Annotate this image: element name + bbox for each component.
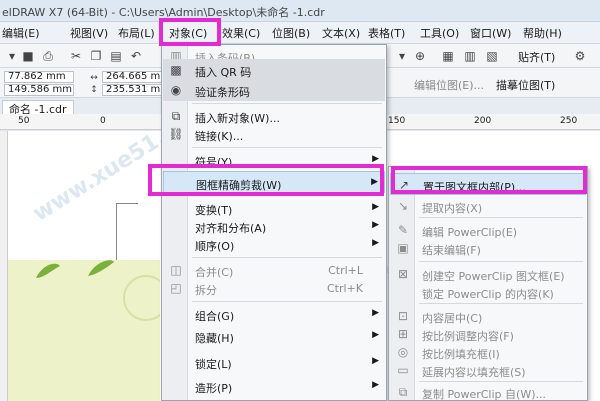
- width-field[interactable]: 264.665 mm: [102, 71, 168, 83]
- view-grid-icon[interactable]: ▦: [440, 48, 456, 64]
- menu-bitmaps[interactable]: 位图(B): [272, 25, 310, 41]
- paste-icon[interactable]: ▤: [108, 48, 124, 64]
- copy-powerclip-icon: ⧉: [398, 385, 408, 399]
- menu-text[interactable]: 文本(X): [322, 25, 360, 41]
- center-contents-icon: ⊡: [397, 309, 409, 323]
- stretch-contents-icon: ▭: [397, 363, 409, 377]
- menu-item-finish-editing[interactable]: ▣ 结束编辑(F): [390, 237, 586, 259]
- dropdown-arrow-icon[interactable]: ▾: [394, 48, 410, 64]
- height-icon: ↕: [90, 85, 98, 95]
- print-icon[interactable]: ⎙: [40, 48, 56, 64]
- menu-item-lock[interactable]: 锁定(L) ▶: [163, 351, 385, 373]
- submenu-arrow-icon: ▶: [372, 154, 379, 164]
- menu-item-validate-barcode[interactable]: ◉ 验证条形码: [163, 79, 385, 101]
- y-position-field[interactable]: 149.586 mm: [4, 84, 74, 96]
- highlight-box: [391, 166, 587, 194]
- menu-item-stretch-contents[interactable]: ▭ 延展内容以填充框(S): [390, 359, 586, 381]
- menu-effects[interactable]: 效果(C): [222, 25, 260, 41]
- page-border-line: [116, 203, 138, 204]
- empty-frame-icon: ⊠: [397, 267, 409, 281]
- insert-object-icon: ⧉: [171, 109, 181, 123]
- undo-icon[interactable]: ↶: [128, 48, 144, 64]
- menu-item-lock-contents[interactable]: 锁定 PowerClip 的内容(K): [390, 281, 586, 303]
- object-dropdown-menu: ▥插入条码(B)... ▩插入 QR 码 ◉验证条形码 ⧉插入新对象(W)...…: [161, 44, 387, 401]
- ruler-tick: 200: [474, 116, 492, 126]
- highlight-box: [148, 164, 384, 196]
- page-border-line: [116, 203, 117, 263]
- menu-item-shaping[interactable]: 造形(P) ▶: [163, 375, 385, 397]
- extract-contents-icon: ↘: [397, 199, 409, 213]
- guides-icon[interactable]: ▧: [484, 48, 500, 64]
- x-position-field[interactable]: 77.862 mm: [4, 71, 74, 83]
- submenu-arrow-icon: ▶: [372, 308, 379, 318]
- menu-help[interactable]: 帮助(H): [523, 25, 562, 41]
- menu-table[interactable]: 表格(T): [368, 25, 405, 41]
- qr-code-icon: ▩: [170, 63, 182, 77]
- leaf-artwork: [36, 260, 169, 321]
- menu-item-order[interactable]: 顺序(O) ▶: [163, 233, 385, 255]
- menu-item-break-apart[interactable]: ◰ 拆分 Ctrl+K: [163, 277, 385, 299]
- submenu-arrow-icon: ▶: [372, 220, 379, 230]
- menu-layout[interactable]: 布局(L): [118, 25, 155, 41]
- cut-icon[interactable]: ✂: [68, 48, 84, 64]
- menu-edit[interactable]: 编辑(E): [2, 25, 40, 41]
- submenu-arrow-icon: ▶: [372, 380, 379, 390]
- page-image[interactable]: [8, 260, 169, 401]
- menu-bar: 编辑(E) 视图(V) 布局(L) 对象(C) 效果(C) 位图(B) 文本(X…: [0, 22, 600, 44]
- menu-item-group[interactable]: 组合(G) ▶: [163, 303, 385, 325]
- ruler-tick: 50: [18, 116, 30, 126]
- edit-bitmap-button[interactable]: 编辑位图(E)...: [414, 77, 484, 93]
- ruler-tick: 0: [100, 116, 106, 126]
- submenu-arrow-icon: ▶: [372, 356, 379, 366]
- menu-item-copy-powerclip-from[interactable]: ⧉ 复制 PowerClip 自(W)...: [390, 381, 586, 401]
- zoom-icon[interactable]: ⊕: [412, 48, 428, 64]
- menu-item-insert-qr-code[interactable]: ▩ 插入 QR 码: [163, 59, 385, 81]
- submenu-arrow-icon: ▶: [372, 330, 379, 340]
- height-field[interactable]: 235.531 mm: [102, 84, 168, 96]
- menu-item-extract-contents[interactable]: ↘ 提取内容(X): [390, 195, 586, 217]
- snap-to-button[interactable]: 贴齐(T): [518, 49, 555, 65]
- copy-icon[interactable]: ❐: [88, 48, 104, 64]
- combine-icon: ◫: [170, 263, 182, 277]
- highlight-box: [159, 18, 221, 46]
- edit-powerclip-icon: ✎: [397, 223, 409, 237]
- verify-barcode-icon: ◉: [170, 83, 182, 97]
- link-icon: ⛓: [168, 127, 184, 141]
- submenu-arrow-icon: ▶: [372, 238, 379, 248]
- submenu-arrow-icon: ▶: [372, 202, 379, 212]
- trace-bitmap-button[interactable]: 描摹位图(T): [496, 77, 555, 93]
- menu-tools[interactable]: 工具(O): [420, 25, 459, 41]
- menu-window[interactable]: 窗口(W): [470, 25, 511, 41]
- rulers-icon[interactable]: ▥: [462, 48, 478, 64]
- break-apart-icon: ◰: [170, 281, 182, 295]
- new-icon[interactable]: ▾: [4, 48, 20, 64]
- menu-item-hide[interactable]: 隐藏(H) ▶: [163, 325, 385, 347]
- finish-editing-icon: ▣: [397, 241, 409, 255]
- menu-view[interactable]: 视图(V): [70, 25, 108, 41]
- powerclip-submenu: ↗ 置于图文框内部(P)... ↘ 提取内容(X) ✎ 编辑 PowerClip(E)…: [388, 166, 588, 401]
- title-bar: elDRAW X7 (64-Bit) - C:\Users\Admin\Desk…: [0, 0, 600, 22]
- vertical-ruler: [0, 131, 8, 401]
- menu-item-links[interactable]: ⛓ 链接(K)...: [163, 123, 385, 145]
- fill-frame-icon: ◎: [397, 345, 409, 359]
- ruler-tick: 250: [560, 116, 578, 126]
- ruler-tick: 150: [388, 116, 406, 126]
- options-icon[interactable]: ⚙: [572, 48, 588, 64]
- save-icon[interactable]: ■: [20, 48, 36, 64]
- fit-contents-icon: ⊞: [397, 327, 409, 341]
